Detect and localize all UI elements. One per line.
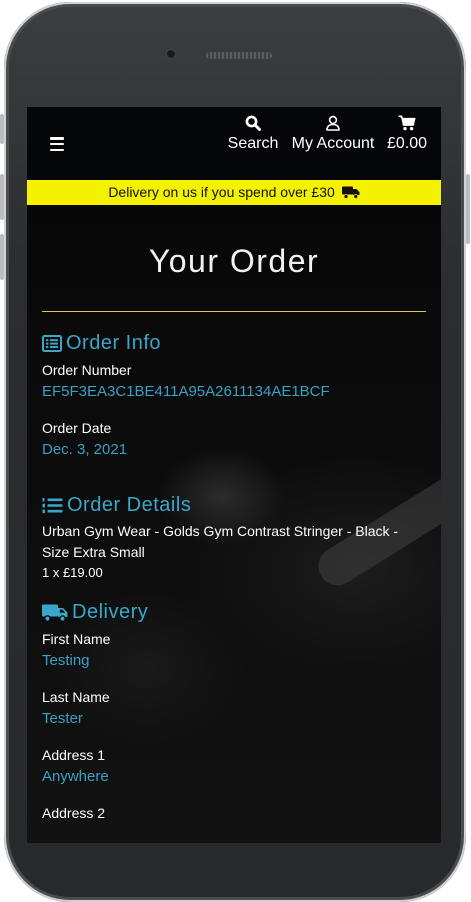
page-title: Your Order xyxy=(148,243,320,279)
first-name-value: Testing xyxy=(42,652,90,669)
phone-screen: Search My Account £0.00 Delivery on us i… xyxy=(27,107,441,843)
delivery-heading: Delivery xyxy=(42,601,426,624)
address1-label: Address 1 xyxy=(42,747,106,763)
nav-search[interactable]: Search xyxy=(225,115,281,153)
order-product-name: Urban Gym Wear - Golds Gym Contrast Stri… xyxy=(42,523,399,560)
list-alt-icon xyxy=(42,335,62,352)
phone-power-button xyxy=(466,174,470,244)
nav-cart[interactable]: £0.00 xyxy=(385,115,429,153)
order-number-value: EF5F3EA3C1BE411A95A2611134AE1BCF xyxy=(42,383,330,400)
first-name-label: First Name xyxy=(42,631,111,647)
nav-my-account[interactable]: My Account xyxy=(289,115,377,153)
my-account-label: My Account xyxy=(291,135,375,152)
list-ol-icon xyxy=(42,498,63,514)
shopping-cart-icon xyxy=(398,115,416,131)
order-details-title: Order Details xyxy=(67,494,192,516)
order-date-value: Dec. 3, 2021 xyxy=(42,441,128,458)
truck-icon xyxy=(42,604,68,622)
front-camera xyxy=(167,50,175,58)
address1-value: Anywhere xyxy=(42,768,109,785)
order-quantity-price: 1 x £19.00 xyxy=(42,565,103,580)
phone-side-button xyxy=(0,114,4,144)
promo-banner: Delivery on us if you spend over £30 xyxy=(27,180,441,205)
promo-text: Delivery on us if you spend over £30 xyxy=(108,184,335,200)
delivery-title: Delivery xyxy=(72,601,149,623)
search-icon xyxy=(245,115,261,131)
top-navbar: Search My Account £0.00 xyxy=(27,107,441,180)
order-number-label: Order Number xyxy=(42,362,132,378)
truck-icon xyxy=(341,182,360,207)
cart-total: £0.00 xyxy=(386,135,428,152)
earpiece-speaker xyxy=(206,52,272,59)
address2-label: Address 2 xyxy=(42,805,106,821)
last-name-value: Tester xyxy=(42,710,83,727)
phone-volume-down xyxy=(0,234,4,280)
order-date-label: Order Date xyxy=(42,420,112,436)
search-label: Search xyxy=(227,135,279,152)
order-content: Your Order Order Info Order Number EF5F3… xyxy=(27,241,441,822)
last-name-label: Last Name xyxy=(42,689,110,705)
order-info-heading: Order Info xyxy=(42,332,426,355)
menu-icon[interactable] xyxy=(50,137,64,152)
order-info-title: Order Info xyxy=(66,332,162,354)
title-divider xyxy=(42,311,426,312)
order-details-heading: Order Details xyxy=(42,494,426,517)
user-icon xyxy=(326,115,340,131)
phone-volume-up xyxy=(0,174,4,220)
